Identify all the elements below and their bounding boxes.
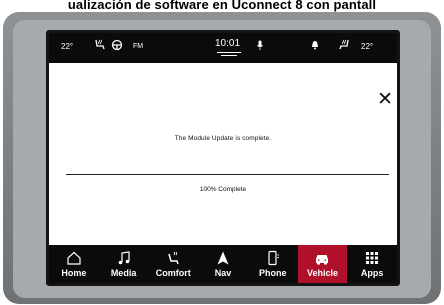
navigation-arrow-icon: [217, 251, 229, 265]
caption-text: ualización de software en Uconnect 8 con…: [67, 0, 377, 12]
heated-seat-right-icon[interactable]: [337, 39, 351, 54]
nav-label-phone: Phone: [258, 268, 287, 278]
update-complete-message: The Module Update is complete.: [174, 135, 272, 142]
music-note-icon: [118, 251, 130, 265]
phone-icon: [268, 250, 279, 266]
notification-bell-icon[interactable]: [311, 40, 319, 53]
radio-band[interactable]: FM: [133, 42, 143, 52]
passenger-temperature[interactable]: 22°: [361, 42, 373, 52]
bottom-nav-bar: Home Media Comfort Nav Phone Vehicle App…: [49, 245, 397, 283]
clock: 10:01: [215, 38, 241, 49]
heated-seat-left-icon[interactable]: [93, 39, 107, 54]
progress-percent-text: 100% Complete: [199, 186, 247, 193]
driver-temperature[interactable]: 22°: [61, 42, 73, 52]
nav-apps-button[interactable]: Apps: [347, 245, 397, 283]
nav-vehicle-button[interactable]: Vehicle: [297, 245, 348, 283]
microphone-icon[interactable]: [257, 40, 263, 53]
nav-label-nav: Nav: [214, 268, 232, 278]
nav-label-home: Home: [61, 268, 87, 278]
status-bar: 22° FM 10:01 22°: [49, 33, 397, 63]
nav-home-button[interactable]: Home: [49, 245, 99, 283]
heated-steering-wheel-icon[interactable]: [111, 39, 123, 54]
progress-divider: [66, 174, 389, 175]
apps-grid-icon: [366, 252, 379, 264]
nav-comfort-button[interactable]: Comfort: [148, 245, 198, 283]
nav-label-comfort: Comfort: [155, 268, 191, 278]
nav-phone-button[interactable]: Phone: [248, 245, 298, 283]
nav-media-button[interactable]: Media: [99, 245, 149, 283]
touchscreen: 22° FM 10:01 22° ✕ The Module Update is …: [46, 30, 400, 286]
car-icon: [316, 255, 329, 265]
nav-label-media: Media: [110, 268, 137, 278]
nav-label-apps: Apps: [360, 268, 384, 278]
close-icon[interactable]: ✕: [377, 90, 393, 109]
seat-climate-icon: [168, 251, 180, 265]
nav-navigation-button[interactable]: Nav: [198, 245, 248, 283]
clock-underline: [217, 52, 241, 53]
clock-underline-short: [221, 55, 237, 56]
home-icon: [67, 251, 81, 265]
nav-label-vehicle: Vehicle: [306, 268, 338, 278]
